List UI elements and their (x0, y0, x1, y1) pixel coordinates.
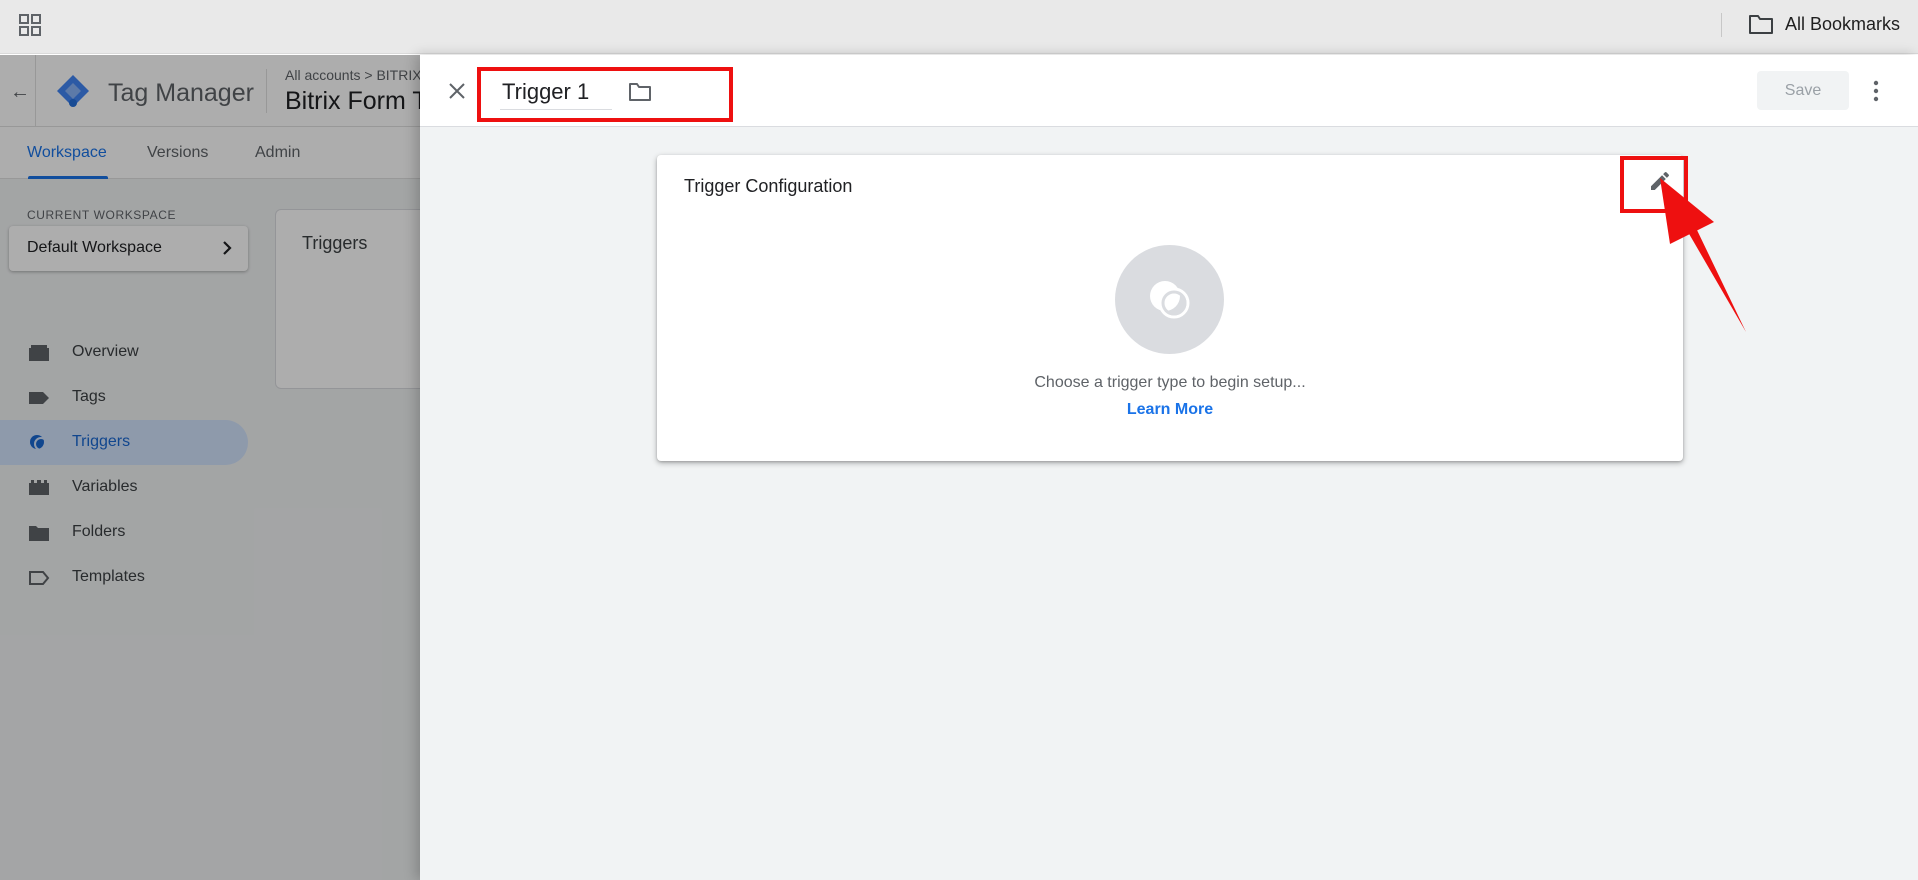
trigger-configuration-card[interactable]: Trigger Configuration Choose a trigger t… (657, 155, 1683, 461)
choose-trigger-type-button[interactable] (1115, 245, 1224, 354)
folder-icon[interactable] (628, 82, 652, 102)
more-vert-icon[interactable] (1870, 77, 1882, 105)
trigger-editor-header: Save (420, 55, 1918, 127)
trigger-editor-panel: Save Trigger Configuration Choose a trig… (420, 55, 1918, 880)
folder-icon[interactable] (1748, 13, 1774, 35)
pencil-icon[interactable] (1648, 169, 1672, 193)
apps-grid-icon[interactable] (19, 14, 41, 36)
close-icon[interactable] (448, 82, 466, 100)
choose-trigger-hint: Choose a trigger type to begin setup... (1034, 374, 1306, 391)
browser-bookmarks-bar: All Bookmarks (0, 0, 1918, 54)
trigger-name-input[interactable] (500, 74, 612, 110)
learn-more-link[interactable]: Learn More (657, 401, 1683, 419)
save-button[interactable]: Save (1757, 71, 1849, 110)
trigger-configuration-title: Trigger Configuration (684, 176, 853, 196)
bookmarks-divider (1721, 13, 1722, 37)
all-bookmarks-link[interactable]: All Bookmarks (1785, 14, 1900, 35)
trigger-icon (1150, 281, 1190, 319)
